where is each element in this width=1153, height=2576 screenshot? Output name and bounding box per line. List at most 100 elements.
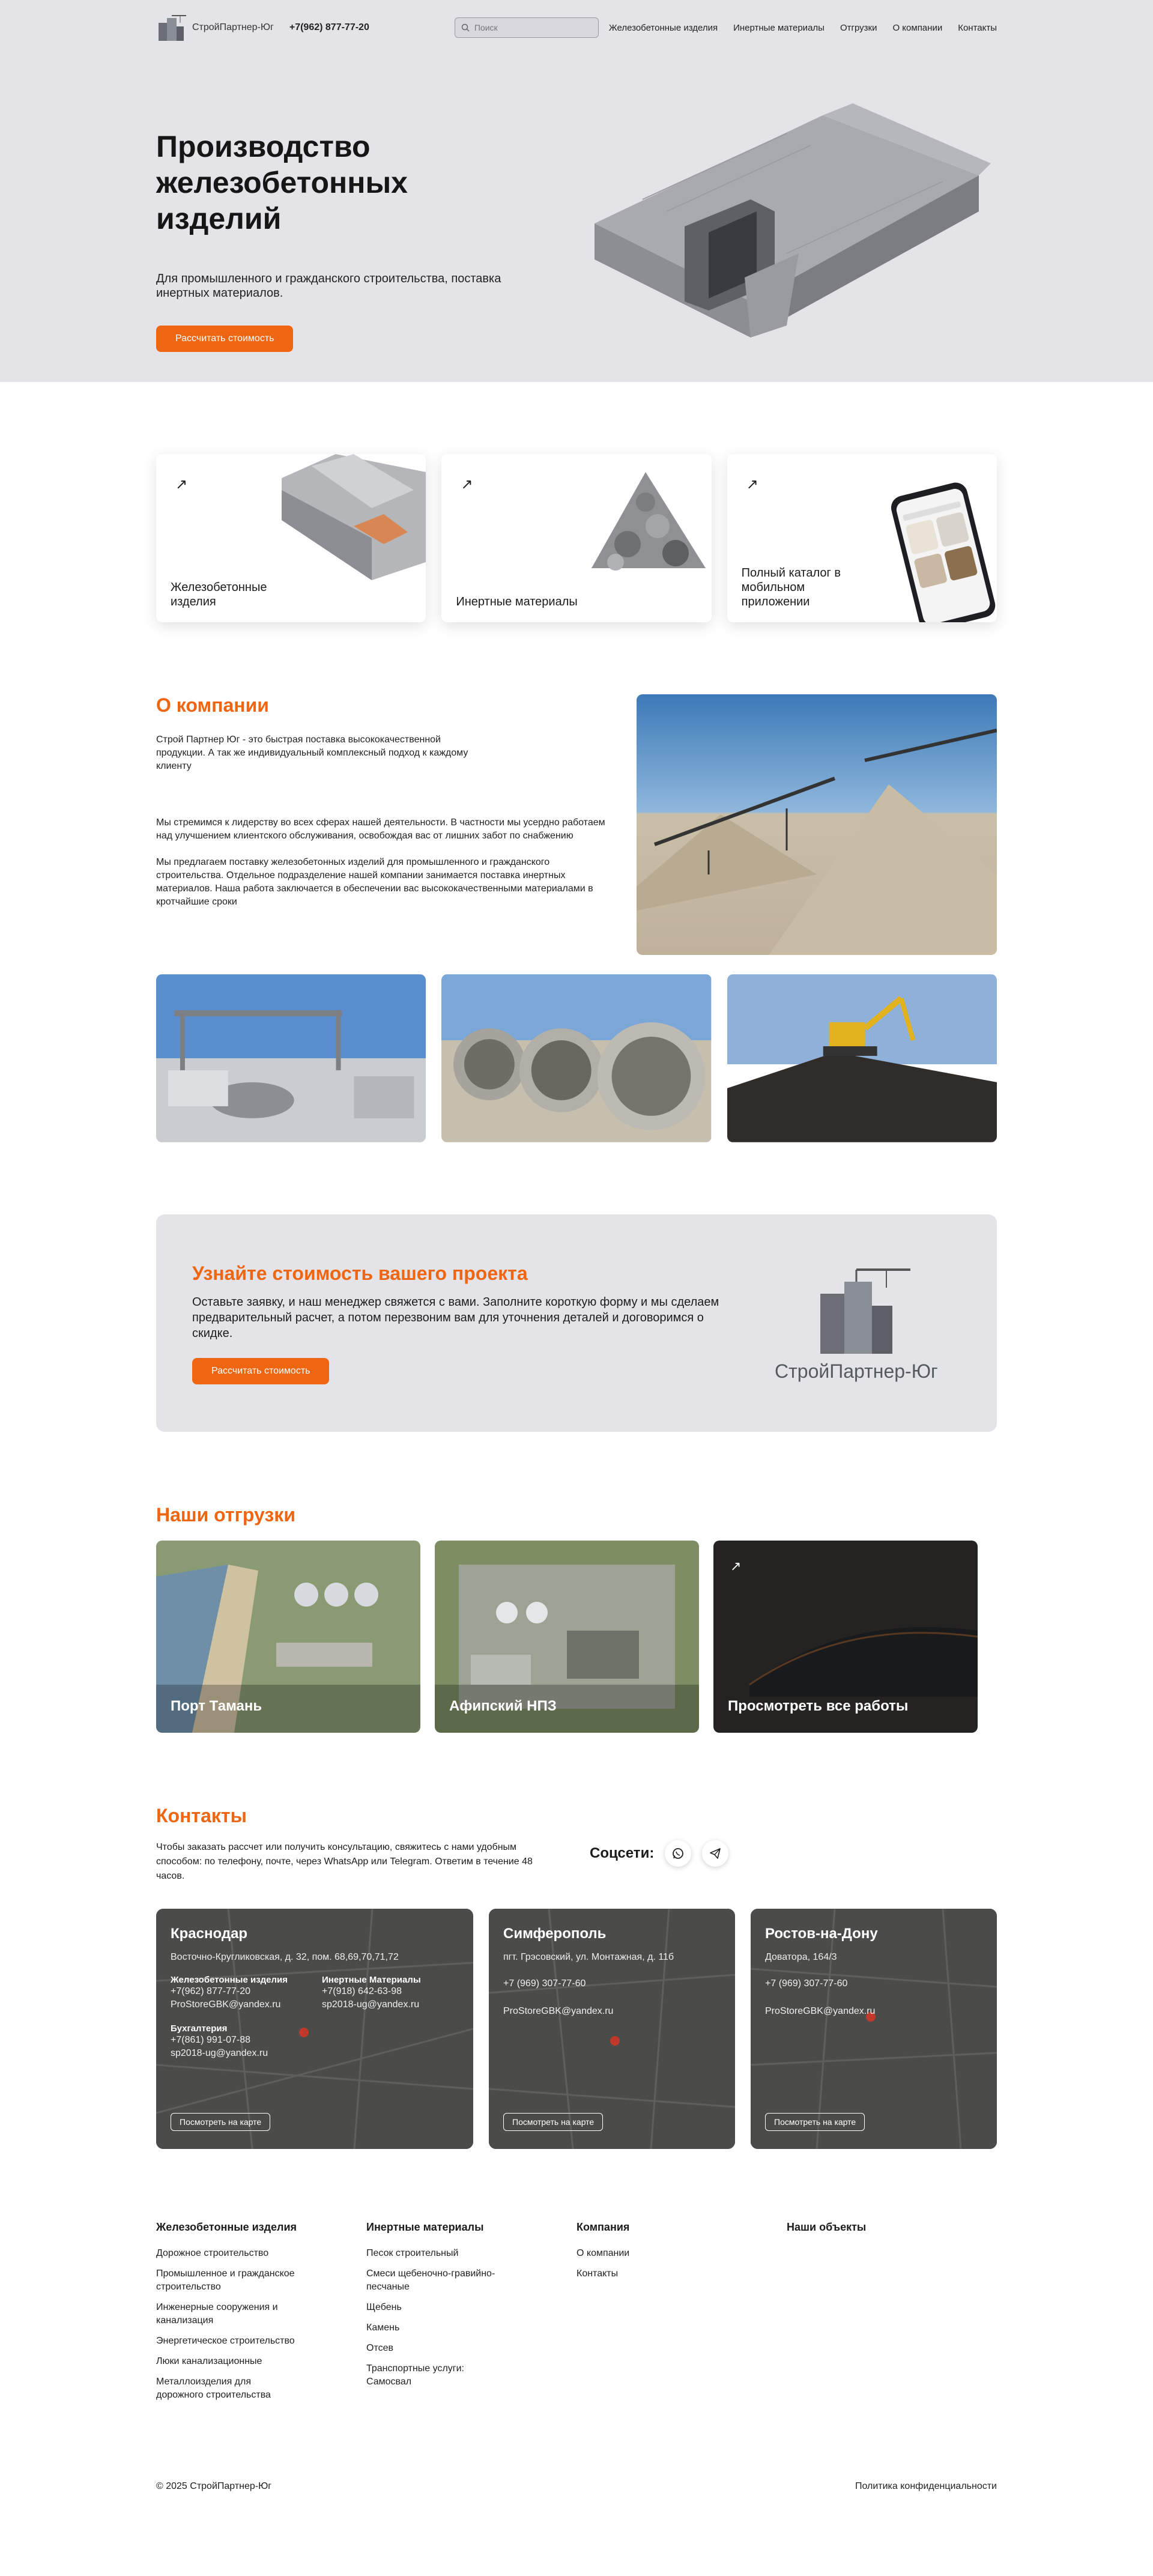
about-paragraph-1: Строй Партнер Юг - это быстрая поставка …: [156, 735, 468, 771]
footer-col-objects: Наши объекты: [787, 2221, 997, 2409]
footer-link[interactable]: Смеси щебеночно-гравийно-песчаные: [366, 2267, 510, 2294]
view-map-button[interactable]: Посмотреть на карте: [171, 2113, 271, 2131]
about-paragraph-2: Мы стремимся к лидерству во всех сферах …: [156, 817, 605, 841]
office-phone[interactable]: +7(861) 991-07-88: [171, 2034, 459, 2047]
footer-link[interactable]: Дорожное строительство: [156, 2247, 300, 2260]
main-nav: Железобетонные изделия Инертные материал…: [609, 23, 997, 33]
nav-item-contacts[interactable]: Контакты: [958, 23, 997, 33]
calculate-button[interactable]: Рассчитать стоимость: [156, 326, 294, 352]
card-concrete-products[interactable]: ↗ Железобетонные изделия: [156, 454, 426, 622]
search-icon: [461, 23, 470, 32]
office-phone[interactable]: +7(962) 877-77-20: [171, 1985, 303, 1998]
footer-link[interactable]: Камень: [366, 2321, 510, 2335]
footer-link[interactable]: Металлоизделия для дорожного строительст…: [156, 2375, 300, 2402]
office-address: пгт. Грэсовский, ул. Монтажная, д. 11б: [503, 1952, 674, 1962]
shipment-card-view-all[interactable]: ↗ Просмотреть все работы: [713, 1541, 978, 1733]
footer-link[interactable]: О компании: [576, 2247, 721, 2260]
privacy-policy-link[interactable]: Политика конфиденциальности: [855, 2481, 997, 2492]
footer-link[interactable]: Контакты: [576, 2267, 721, 2281]
office-email[interactable]: sp2018-ug@yandex.ru: [322, 1998, 421, 2011]
brand-name: СтройПартнер-Юг: [192, 22, 274, 32]
about-section: О компании Строй Партнер Юг - это быстра…: [156, 694, 997, 955]
mobile-app-phone-image: [891, 482, 996, 622]
footer-link[interactable]: Транспортные услуги: Самосвал: [366, 2362, 510, 2389]
shipment-title: Порт Тамань: [171, 1698, 262, 1714]
office-simferopol: Симферополь пгт. Грэсовский, ул. Монтажн…: [489, 1909, 735, 2149]
footer-link[interactable]: Щебень: [366, 2301, 510, 2314]
footer-link[interactable]: Отсев: [366, 2342, 510, 2355]
footer-link[interactable]: Песок строительный: [366, 2247, 510, 2260]
footer-col-company: Компания О компании Контакты: [576, 2221, 787, 2409]
office-rostov: Ростов-на-Дону Доватора, 164/3 +7 (969) …: [751, 1909, 997, 2149]
footer-link[interactable]: Энергетическое строительство: [156, 2335, 300, 2348]
view-map-button[interactable]: Посмотреть на карте: [765, 2113, 865, 2131]
logo[interactable]: СтройПартнер-Юг: [156, 14, 274, 41]
footer-link[interactable]: Люки канализационные: [156, 2355, 300, 2368]
cta-logo: СтройПартнер-Юг: [775, 1264, 938, 1383]
nav-item-materials[interactable]: Инертные материалы: [733, 23, 825, 33]
contacts-section: Контакты Чтобы заказать рассчет или полу…: [156, 1805, 997, 2149]
view-map-button[interactable]: Посмотреть на карте: [503, 2113, 604, 2131]
card-inert-materials[interactable]: ↗ Инертные материалы: [441, 454, 712, 622]
quarry-conveyor-photo: [637, 694, 997, 955]
shipments-section: Наши отгрузки Порт Тамань Афипский НПЗ ↗…: [156, 1504, 997, 1733]
socials-label: Соцсети:: [590, 1845, 655, 1861]
office-phone[interactable]: +7 (969) 307-77-60: [765, 1977, 982, 1990]
hero-section: СтройПартнер-Юг +7(962) 877-77-20 Железо…: [0, 0, 1153, 382]
contacts-title: Контакты: [156, 1805, 247, 1826]
logo-building-icon: [820, 1268, 910, 1354]
card-label: Инертные материалы: [456, 595, 578, 608]
office-email[interactable]: ProStoreGBK@yandex.ru: [503, 2005, 721, 2018]
office-address: Доватора, 164/3: [765, 1952, 837, 1962]
cta-section: Узнайте стоимость вашего проекта Оставьт…: [156, 1214, 997, 1432]
office-email[interactable]: ProStoreGBK@yandex.ru: [171, 1998, 303, 2011]
footer-link[interactable]: Инженерные сооружения и канализация: [156, 2301, 300, 2327]
footer-col-title: Инертные материалы: [366, 2221, 484, 2233]
nav-item-about[interactable]: О компании: [892, 23, 942, 33]
crushed-stone-image: [591, 472, 706, 571]
arrow-up-right-icon: ↗: [461, 476, 473, 492]
office-dept-title: Железобетонные изделия: [171, 1975, 288, 1985]
hero-concrete-tunnel-image: [595, 103, 991, 338]
whatsapp-icon: [673, 1848, 684, 1859]
office-email[interactable]: ProStoreGBK@yandex.ru: [765, 2005, 982, 2018]
nav-item-products[interactable]: Железобетонные изделия: [609, 23, 718, 33]
office-cards: Краснодар Восточно-Кругликовская, д. 32,…: [156, 1909, 997, 2149]
about-paragraph-3: Мы предлагаем поставку железобетонных из…: [156, 857, 593, 907]
search-input[interactable]: [474, 23, 583, 32]
office-phone[interactable]: +7(918) 642-63-98: [322, 1985, 421, 1998]
card-mobile-catalog[interactable]: ↗ Полный каталог в мобильном приложении: [727, 454, 997, 622]
card-label: Полный каталог в мобильном приложении: [741, 566, 841, 608]
shipment-title: Афипский НПЗ: [449, 1698, 557, 1714]
office-city: Ростов-на-Дону: [765, 1926, 878, 1942]
excavator-photo: [727, 974, 997, 1142]
header-phone[interactable]: +7(962) 877-77-20: [289, 22, 369, 33]
footer-col-products: Железобетонные изделия Дорожное строител…: [156, 2221, 366, 2409]
telegram-button[interactable]: [702, 1840, 729, 1867]
footer-link[interactable]: Промышленное и гражданское строительство: [156, 2267, 300, 2294]
cta-title: Узнайте стоимость вашего проекта: [192, 1262, 528, 1284]
photo-gallery: [156, 974, 997, 1142]
arrow-up-right-icon: ↗: [175, 476, 188, 492]
whatsapp-button[interactable]: [665, 1840, 692, 1867]
footer-col-materials: Инертные материалы Песок строительный См…: [366, 2221, 576, 2409]
socials: Соцсети:: [590, 1840, 729, 1867]
footer-col-title[interactable]: Наши объекты: [787, 2221, 997, 2234]
shipment-title: Просмотреть все работы: [728, 1698, 909, 1714]
nav-item-shipments[interactable]: Отгрузки: [840, 23, 877, 33]
office-phone[interactable]: +7 (969) 307-77-60: [503, 1977, 721, 1990]
office-dept-title: Бухгалтерия: [171, 2023, 228, 2034]
search-box[interactable]: [454, 17, 599, 38]
office-email[interactable]: sp2018-ug@yandex.ru: [171, 2047, 459, 2060]
shipments-title: Наши отгрузки: [156, 1504, 295, 1526]
hero-title-line2: железобетонных изделий: [156, 166, 408, 235]
shipment-card-afipsky[interactable]: Афипский НПЗ: [435, 1541, 699, 1733]
cta-calculate-button[interactable]: Рассчитать стоимость: [192, 1357, 330, 1384]
shipment-card-taman[interactable]: Порт Тамань: [156, 1541, 420, 1733]
logo-building-icon: [159, 15, 186, 41]
hero-title: Производство железобетонных изделий: [156, 129, 540, 237]
copyright: © 2025 СтройПартнер-Юг: [156, 2481, 272, 2491]
precast-plant-photo: [156, 974, 426, 1142]
concrete-blocks-image: [282, 454, 426, 580]
footer-col-title: Компания: [576, 2221, 630, 2233]
